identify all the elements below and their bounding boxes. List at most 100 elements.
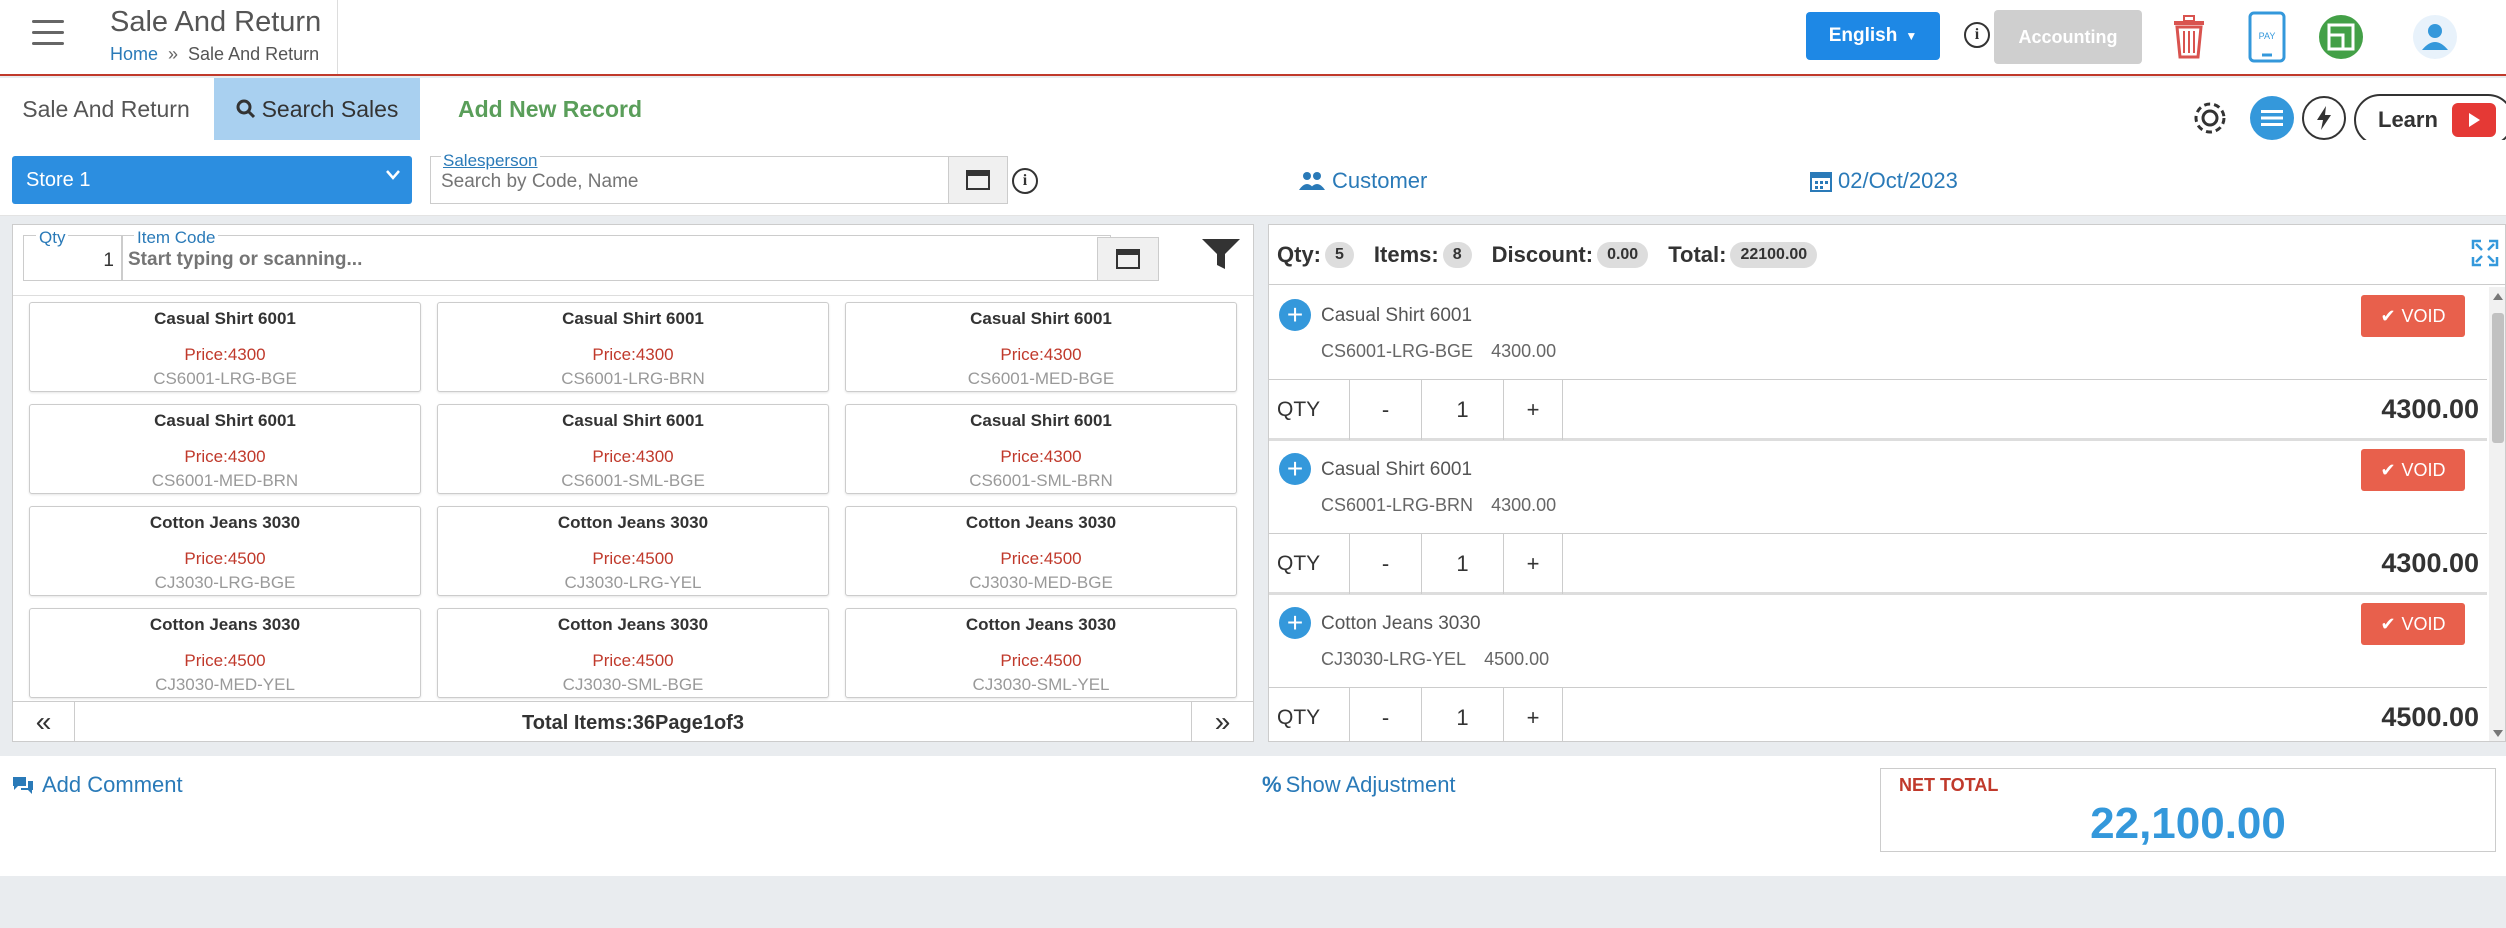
- summary-discount: Discount: 0.00: [1492, 241, 1649, 268]
- cart-item: + Casual Shirt 6001 CS6001-LRG-BGE 4300.00 ✔…: [1269, 287, 2487, 441]
- product-price: Price:4500: [1000, 651, 1082, 670]
- date-picker[interactable]: 02/Oct/2023: [1810, 168, 1958, 194]
- pager-status: Total Items:36Page1of3: [522, 712, 744, 734]
- decrement-button[interactable]: -: [1349, 688, 1421, 741]
- scroll-up-arrow[interactable]: [2493, 293, 2503, 300]
- product-price: Price:4500: [1000, 549, 1082, 568]
- decrement-button[interactable]: -: [1349, 534, 1421, 594]
- increment-button[interactable]: +: [1503, 380, 1563, 440]
- settings-gear-icon[interactable]: [2188, 96, 2232, 140]
- product-card[interactable]: Cotton Jeans 3030 Price:4500 CJ3030-LRG-YE…: [437, 506, 829, 596]
- void-button[interactable]: ✔ VOID: [2361, 295, 2465, 337]
- tab-sale-and-return[interactable]: Sale And Return: [0, 78, 212, 140]
- increment-button[interactable]: +: [1503, 688, 1563, 741]
- product-price: Price:4500: [184, 651, 266, 670]
- add-option-icon[interactable]: +: [1279, 453, 1311, 485]
- product-card[interactable]: Casual Shirt 6001 Price:4300 CS6001-LRG-BG…: [29, 302, 421, 392]
- info-icon[interactable]: i: [1964, 22, 1990, 48]
- product-card[interactable]: Cotton Jeans 3030 Price:4500 CJ3030-LRG-BG…: [29, 506, 421, 596]
- pay-tablet-icon[interactable]: PAY: [2242, 10, 2292, 64]
- menu-icon[interactable]: [32, 20, 64, 48]
- cart-item-code: CS6001-LRG-BGE: [1321, 341, 1474, 361]
- product-card[interactable]: Cotton Jeans 3030 Price:4500 CJ3030-SML-YE…: [845, 608, 1237, 698]
- line-total: 4500.00: [2381, 702, 2479, 732]
- learn-button[interactable]: Learn: [2354, 94, 2506, 146]
- product-name: Cotton Jeans 3030: [149, 513, 301, 532]
- youtube-play-icon: [2451, 103, 2496, 137]
- users-icon: [1299, 172, 1325, 190]
- add-comment-link[interactable]: Add Comment: [12, 772, 183, 798]
- product-card[interactable]: Cotton Jeans 3030 Price:4500 CJ3030-MED-BG…: [845, 506, 1237, 596]
- title-block: Sale And Return Home » Sale And Return: [96, 0, 338, 74]
- cart-scrollbar[interactable]: [2489, 287, 2505, 741]
- product-name: Casual Shirt 6001: [970, 309, 1112, 328]
- calendar-icon: [1810, 172, 1832, 192]
- tab-search-sales[interactable]: Search Sales: [214, 78, 420, 140]
- qty-field[interactable]: Qty 1: [23, 228, 123, 281]
- increment-button[interactable]: +: [1503, 534, 1563, 594]
- product-code: CJ3030-LRG-BGE: [154, 573, 296, 592]
- product-card[interactable]: Casual Shirt 6001 Price:4300 CS6001-SML-BG…: [437, 404, 829, 494]
- void-button[interactable]: ✔ VOID: [2361, 449, 2465, 491]
- void-button[interactable]: ✔ VOID: [2361, 603, 2465, 645]
- void-label: VOID: [2401, 613, 2446, 634]
- footer-section: Add Comment % Show Adjustment NET TOTAL …: [0, 756, 2506, 876]
- item-code-field[interactable]: Item Code: [121, 228, 1111, 281]
- check-icon: ✔: [2380, 305, 2396, 326]
- show-adjustment-link[interactable]: % Show Adjustment: [1262, 772, 1456, 798]
- expand-icon[interactable]: [2471, 239, 2499, 272]
- qty-input[interactable]: 1: [1421, 380, 1503, 440]
- qty-input[interactable]: 1: [1421, 534, 1503, 594]
- user-avatar-icon[interactable]: [2410, 10, 2460, 64]
- customer-selector[interactable]: Customer: [1298, 168, 1427, 194]
- tab-add-new-record[interactable]: Add New Record: [430, 78, 670, 140]
- lightning-icon[interactable]: [2302, 96, 2346, 140]
- date-value: 02/Oct/2023: [1838, 168, 1958, 193]
- cart-item: + Casual Shirt 6001 CS6001-LRG-BRN 4300.00 ✔…: [1269, 441, 2487, 595]
- cart-item-price: 4300.00: [1491, 495, 1557, 515]
- cart-item: + Cotton Jeans 3030 CJ3030-LRG-YEL 4500.00 ✔…: [1269, 595, 2487, 741]
- item-code-input[interactable]: [128, 249, 1028, 271]
- language-dropdown[interactable]: English ▼: [1806, 12, 1940, 60]
- product-card[interactable]: Cotton Jeans 3030 Price:4500 CJ3030-SML-BG…: [437, 608, 829, 698]
- list-menu-icon[interactable]: [2250, 96, 2294, 140]
- filter-icon[interactable]: [1201, 237, 1241, 276]
- app-header: Sale And Return Home » Sale And Return Eng…: [0, 0, 2506, 76]
- decrement-button[interactable]: -: [1349, 380, 1421, 440]
- accounting-button[interactable]: Accounting: [1994, 10, 2142, 64]
- product-price: Price:4300: [592, 345, 674, 364]
- scroll-down-arrow[interactable]: [2493, 730, 2503, 737]
- register-icon[interactable]: [2316, 10, 2366, 64]
- qty-input[interactable]: 1: [1421, 688, 1503, 741]
- filters-row: Store 1 Salesperson i Customer 02/Oct/20…: [0, 140, 2506, 216]
- salesperson-input[interactable]: [441, 171, 901, 193]
- add-option-icon[interactable]: +: [1279, 299, 1311, 331]
- salesperson-field[interactable]: Salesperson: [430, 151, 950, 204]
- add-comment-label: Add Comment: [42, 772, 183, 797]
- breadcrumb-home[interactable]: Home: [110, 44, 158, 64]
- product-card[interactable]: Cotton Jeans 3030 Price:4500 CJ3030-MED-YE…: [29, 608, 421, 698]
- caret-down-icon: ▼: [1905, 29, 1918, 43]
- pager: « Total Items:36Page1of3 »: [13, 701, 1253, 743]
- qty-label: QTY: [1277, 398, 1321, 421]
- product-card[interactable]: Casual Shirt 6001 Price:4300 CS6001-MED-BR…: [29, 404, 421, 494]
- product-code: CJ3030-MED-BGE: [969, 573, 1113, 592]
- summary-qty-label: Qty:: [1277, 241, 1321, 267]
- salesperson-lookup-button[interactable]: [948, 156, 1008, 204]
- product-card[interactable]: Casual Shirt 6001 Price:4300 CS6001-SML-BR…: [845, 404, 1237, 494]
- salesperson-info-icon[interactable]: i: [1012, 168, 1038, 194]
- product-card[interactable]: Casual Shirt 6001 Price:4300 CS6001-LRG-BR…: [437, 302, 829, 392]
- net-total-label: NET TOTAL: [1899, 775, 1999, 795]
- item-lookup-button[interactable]: [1097, 237, 1159, 281]
- product-price: Price:4300: [1000, 447, 1082, 466]
- product-card[interactable]: Casual Shirt 6001 Price:4300 CS6001-MED-BG…: [845, 302, 1237, 392]
- scroll-thumb[interactable]: [2492, 313, 2504, 443]
- tab-bar: Sale And Return Search Sales Add New Rec…: [0, 78, 2506, 140]
- summary-qty-value: 5: [1325, 241, 1354, 268]
- add-option-icon[interactable]: +: [1279, 607, 1311, 639]
- next-page-button[interactable]: »: [1191, 702, 1253, 742]
- trash-icon[interactable]: [2164, 10, 2214, 64]
- store-select[interactable]: Store 1: [12, 156, 412, 204]
- product-price: Price:4500: [592, 549, 674, 568]
- cart-item-code-line: CS6001-LRG-BGE 4300.00: [1321, 341, 1556, 362]
